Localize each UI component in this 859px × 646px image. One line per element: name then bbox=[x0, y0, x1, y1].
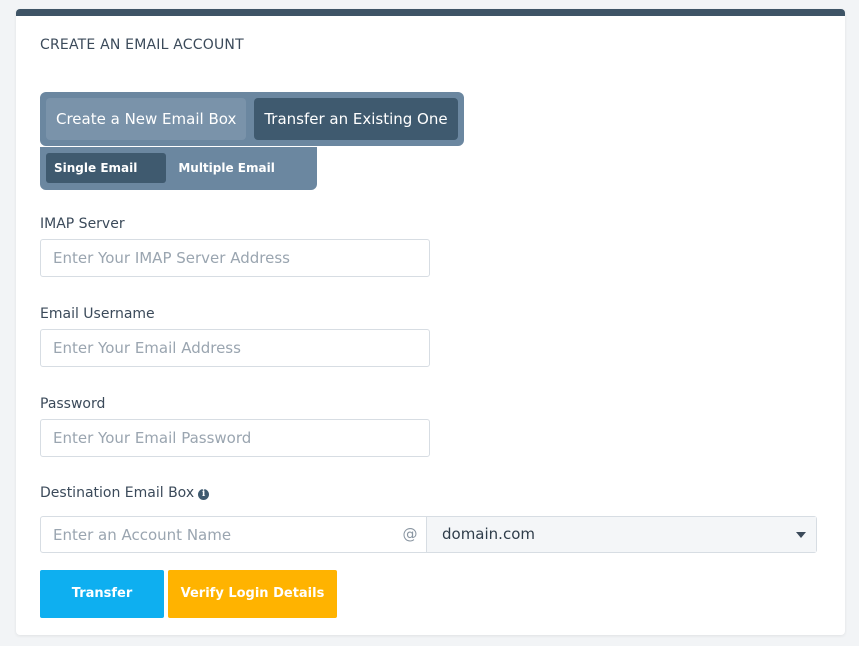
tab-multiple-email-boxes[interactable]: Multiple Email Boxes bbox=[170, 153, 317, 205]
tab-single-email-box[interactable]: Single Email Box bbox=[46, 153, 167, 205]
card-title: CREATE AN EMAIL ACCOUNT bbox=[40, 37, 244, 53]
info-circle-icon[interactable]: i bbox=[198, 489, 210, 500]
caret-down-icon bbox=[796, 532, 806, 538]
imap-server-input[interactable] bbox=[40, 239, 430, 277]
verify-login-details-button[interactable]: Verify Login Details bbox=[168, 570, 337, 618]
transfer-button[interactable]: Transfer bbox=[40, 570, 164, 618]
sub-tabs: Single Email Box Multiple Email Boxes bbox=[40, 147, 317, 205]
destination-input-group: @ domain.com bbox=[40, 516, 817, 553]
at-sign: @ bbox=[402, 525, 418, 543]
destination-email-box-label: Destination Email Box i bbox=[40, 485, 210, 501]
tab-transfer-existing[interactable]: Transfer an Existing One bbox=[254, 98, 458, 140]
domain-select[interactable]: domain.com bbox=[426, 517, 816, 552]
create-email-account-card: CREATE AN EMAIL ACCOUNT Create a New Ema… bbox=[16, 9, 845, 635]
imap-server-label: IMAP Server bbox=[40, 216, 125, 232]
domain-select-value: domain.com bbox=[442, 525, 535, 543]
password-input[interactable] bbox=[40, 419, 430, 457]
destination-label-text: Destination Email Box bbox=[40, 485, 195, 501]
password-label: Password bbox=[40, 396, 106, 412]
tab-create-new-email-box[interactable]: Create a New Email Box bbox=[46, 98, 247, 140]
account-name-input[interactable] bbox=[41, 517, 394, 552]
email-username-input[interactable] bbox=[40, 329, 430, 367]
main-tabs: Create a New Email Box Transfer an Exist… bbox=[40, 92, 464, 146]
email-username-label: Email Username bbox=[40, 306, 155, 322]
